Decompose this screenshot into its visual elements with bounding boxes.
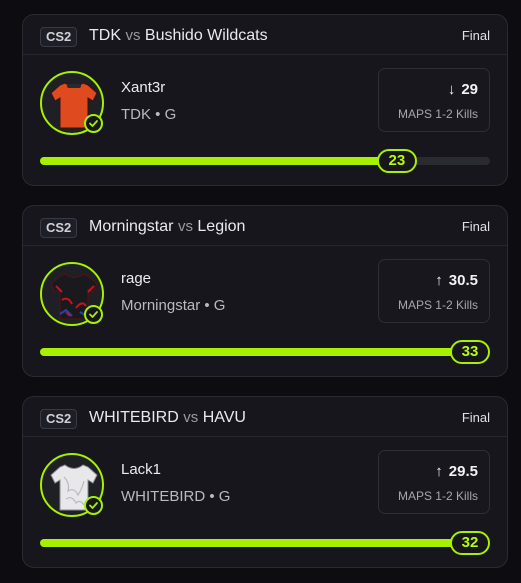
player-team-position: TDK • G xyxy=(121,106,177,123)
game-badge: CS2 xyxy=(40,409,78,429)
progress-track: 23 xyxy=(40,149,490,173)
team-b: Legion xyxy=(197,218,246,235)
game-badge: CS2 xyxy=(40,218,78,238)
line-value: 29 xyxy=(461,81,478,98)
status-label: Final xyxy=(461,219,490,234)
player-team-position: Morningstar • G xyxy=(121,297,226,314)
progress-fill xyxy=(40,348,470,356)
status-label: Final xyxy=(461,410,490,425)
stat-line: ↑ 29.5 xyxy=(435,462,478,482)
card-header: CS2 TDK vs Bushido Wildcats Final xyxy=(23,15,507,55)
stat-line-box: ↑ 29.5 MAPS 1-2 Kills xyxy=(378,450,490,514)
stat-label: MAPS 1-2 Kills xyxy=(397,298,478,312)
arrow-up-icon: ↑ xyxy=(435,272,443,289)
verified-check-icon xyxy=(84,114,103,133)
stat-line: ↓ 29 xyxy=(448,80,478,100)
verified-check-icon xyxy=(84,496,103,515)
player-name[interactable]: Xant3r xyxy=(121,79,165,97)
player-name[interactable]: rage xyxy=(121,270,151,288)
team-a: TDK xyxy=(89,27,121,44)
vs-label: vs xyxy=(183,409,199,426)
team-b: Bushido Wildcats xyxy=(144,27,268,44)
stat-line-box: ↑ 30.5 MAPS 1-2 Kills xyxy=(378,259,490,323)
stat-line: ↑ 30.5 xyxy=(435,271,478,291)
result-pill: 33 xyxy=(450,340,490,364)
stat-label: MAPS 1-2 Kills xyxy=(397,489,478,503)
arrow-down-icon: ↓ xyxy=(447,81,456,98)
projection-card[interactable]: CS2 Morningstar vs Legion Final rage Mor… xyxy=(22,205,508,377)
progress-fill xyxy=(40,539,470,547)
game-badge: CS2 xyxy=(40,27,78,47)
stat-label: MAPS 1-2 Kills xyxy=(397,107,478,121)
matchup: WHITEBIRD vs HAVU xyxy=(89,408,246,428)
progress-track: 32 xyxy=(40,531,490,555)
line-value: 29.5 xyxy=(448,463,478,480)
card-header: CS2 WHITEBIRD vs HAVU Final xyxy=(23,397,507,437)
verified-check-icon xyxy=(84,305,103,324)
player-name[interactable]: Lack1 xyxy=(121,461,161,479)
result-pill: 32 xyxy=(450,531,490,555)
matchup: TDK vs Bushido Wildcats xyxy=(89,26,268,46)
status-label: Final xyxy=(461,28,490,43)
team-a: WHITEBIRD xyxy=(89,409,179,426)
card-header: CS2 Morningstar vs Legion Final xyxy=(23,206,507,246)
projection-card[interactable]: CS2 TDK vs Bushido Wildcats Final Xant3r… xyxy=(22,14,508,186)
vs-label: vs xyxy=(125,27,141,44)
vs-label: vs xyxy=(177,218,193,235)
arrow-up-icon: ↑ xyxy=(435,463,443,480)
stat-line-box: ↓ 29 MAPS 1-2 Kills xyxy=(378,68,490,132)
player-team-position: WHITEBIRD • G xyxy=(121,488,231,505)
line-value: 30.5 xyxy=(448,272,478,289)
progress-fill xyxy=(40,157,397,165)
result-pill: 23 xyxy=(376,149,417,173)
projection-card[interactable]: CS2 WHITEBIRD vs HAVU Final Lack1 WHITEB… xyxy=(22,396,508,568)
matchup: Morningstar vs Legion xyxy=(89,217,245,237)
team-b: HAVU xyxy=(202,409,246,426)
team-a: Morningstar xyxy=(89,218,174,235)
progress-track: 33 xyxy=(40,340,490,364)
